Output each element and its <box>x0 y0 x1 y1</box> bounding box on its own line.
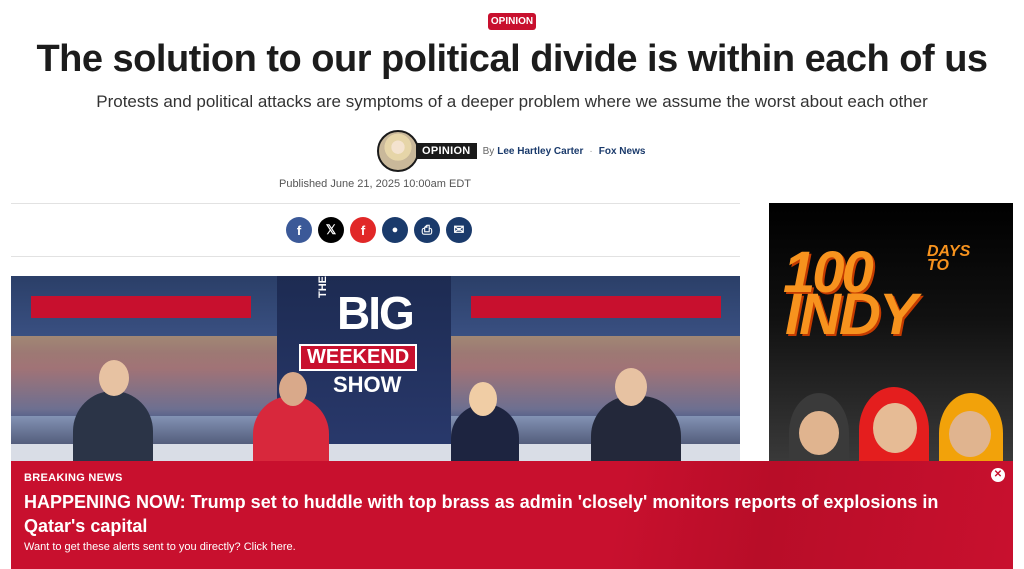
divider-bottom <box>11 256 740 257</box>
indy-500-ad[interactable]: 100 DAYS TO INDY <box>769 203 1013 463</box>
flipboard-share-button[interactable]: f <box>350 217 376 243</box>
divider-top <box>11 203 740 204</box>
article-headline: The solution to our political divide is … <box>36 38 988 80</box>
article-subhead: Protests and political attacks are sympt… <box>96 92 928 111</box>
byline-separator: · <box>589 145 593 157</box>
hero-decor <box>471 296 721 318</box>
host-figure <box>591 396 681 466</box>
host-head <box>279 372 307 406</box>
ad-driver-head <box>949 411 991 457</box>
hero-image[interactable]: THE BIG WEEKEND SHOW <box>11 276 740 466</box>
outlet-link[interactable]: Fox News <box>599 146 646 157</box>
share-bar: f 𝕏 f ● ⎙ ✉ <box>286 217 472 243</box>
author-link[interactable]: Lee Hartley Carter <box>497 146 583 157</box>
breaking-news-cta[interactable]: Want to get these alerts sent to you dir… <box>24 541 296 553</box>
byline: OPINION By Lee Hartley Carter · Fox News <box>377 130 645 172</box>
author-avatar[interactable] <box>377 130 419 172</box>
show-logo-show: SHOW <box>333 372 402 397</box>
opinion-section-badge[interactable]: OPINION <box>488 13 536 30</box>
comment-icon: ● <box>391 224 399 236</box>
show-logo-weekend: WEEKEND <box>299 344 418 371</box>
flipboard-icon: f <box>360 222 366 238</box>
print-icon: ⎙ <box>421 222 433 237</box>
hero-decor <box>31 296 251 318</box>
print-button[interactable]: ⎙ <box>414 217 440 243</box>
host-figure <box>253 396 329 466</box>
x-share-button[interactable]: 𝕏 <box>318 217 344 243</box>
published-timestamp: Published June 21, 2025 10:00am EDT <box>278 178 472 190</box>
facebook-share-button[interactable]: f <box>286 217 312 243</box>
host-head <box>469 382 497 416</box>
ad-days-to: DAYS TO <box>927 243 971 274</box>
show-logo-big: BIG <box>337 287 415 339</box>
host-head <box>615 368 647 406</box>
email-share-button[interactable]: ✉ <box>446 217 472 243</box>
host-figure <box>73 391 153 466</box>
opinion-tag: OPINION <box>416 143 477 159</box>
host-head <box>99 360 129 396</box>
show-logo-the: THE <box>317 276 329 298</box>
x-icon: 𝕏 <box>325 222 337 237</box>
by-label: By <box>482 145 495 157</box>
breaking-news-headline[interactable]: HAPPENING NOW: Trump set to huddle with … <box>24 490 974 538</box>
close-icon[interactable]: ✕ <box>991 468 1005 482</box>
ad-headline-indy: INDY <box>785 282 918 347</box>
comments-button[interactable]: ● <box>382 217 408 243</box>
ad-driver-head <box>799 411 839 455</box>
facebook-icon: f <box>296 222 302 238</box>
email-icon: ✉ <box>453 222 465 237</box>
breaking-news-label: BREAKING NEWS <box>24 472 123 484</box>
ad-driver-head <box>873 403 917 453</box>
breaking-news-banner[interactable]: BREAKING NEWS HAPPENING NOW: Trump set t… <box>11 461 1013 569</box>
